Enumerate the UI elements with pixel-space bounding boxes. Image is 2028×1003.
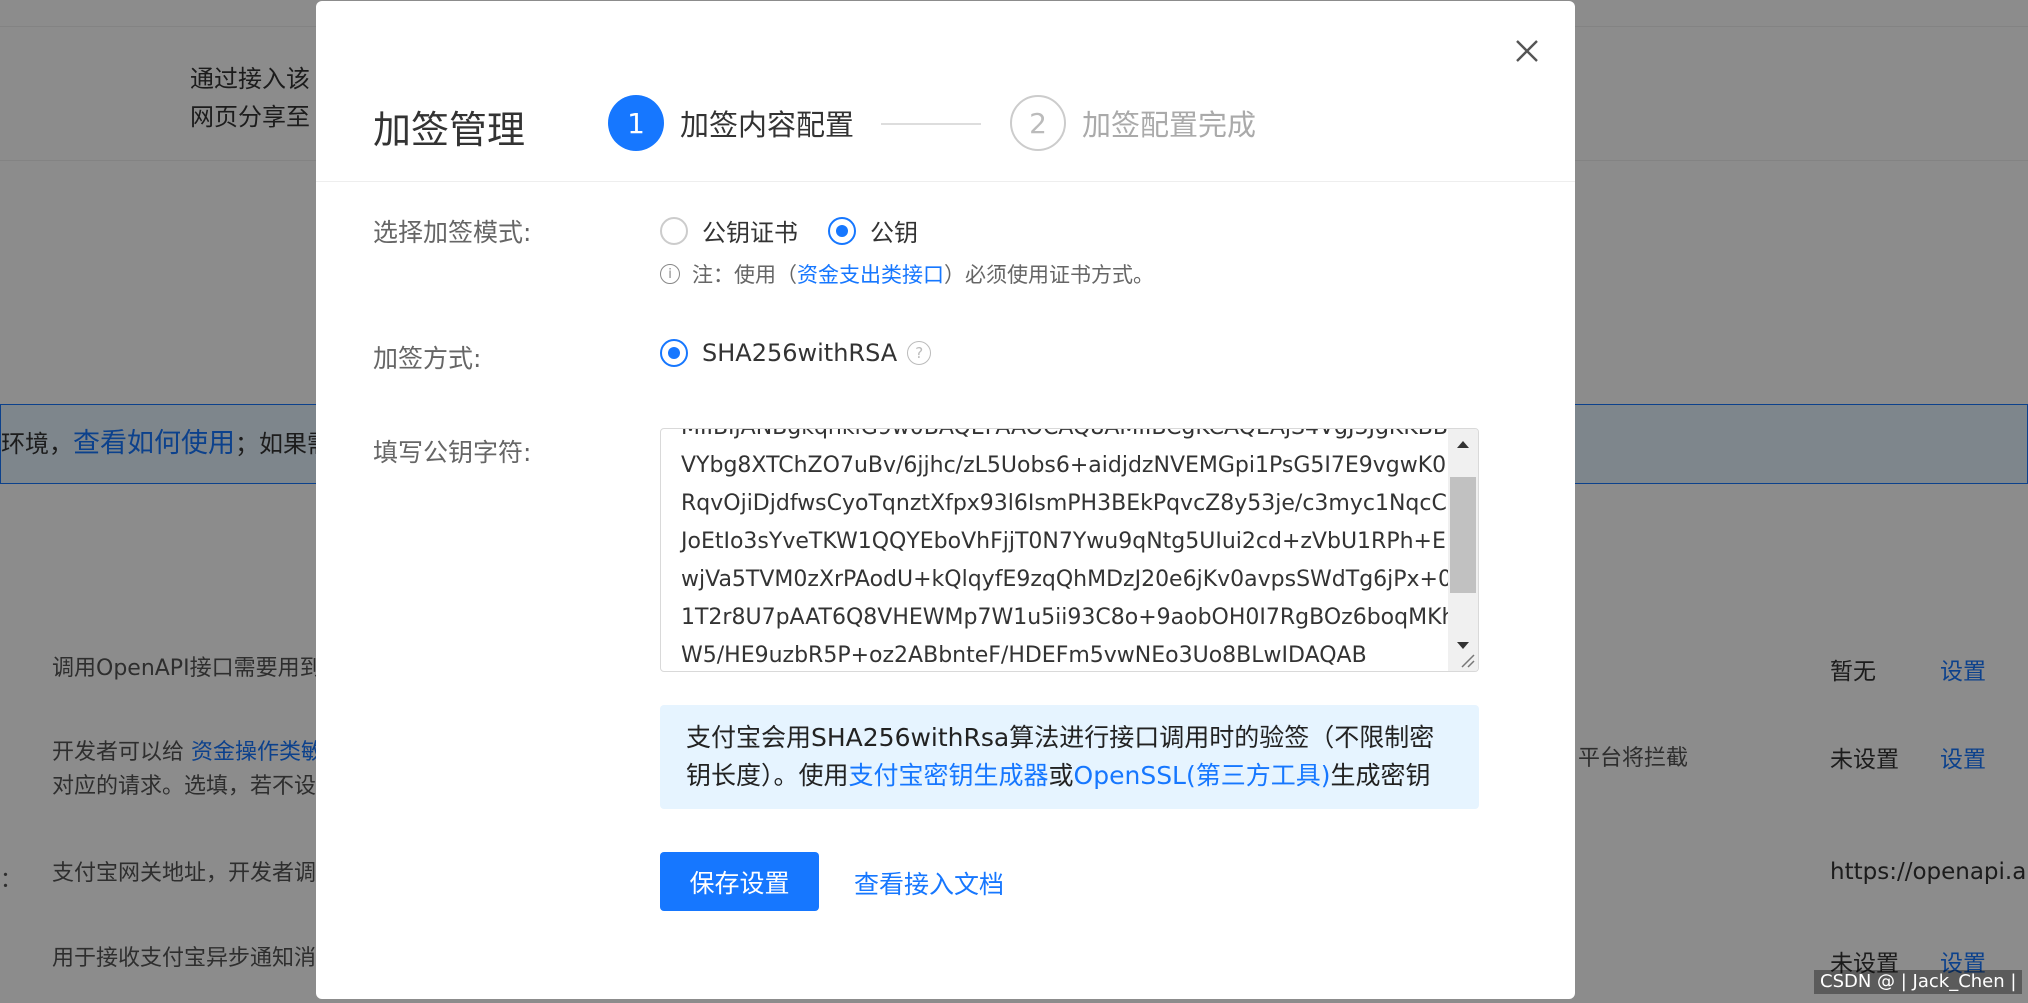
- note-text: ）必须使用证书方式。: [944, 263, 1154, 287]
- step-label: 加签配置完成: [1082, 108, 1257, 142]
- tip-text: 生成密钥: [1330, 761, 1431, 790]
- tip-text: 或: [1048, 761, 1074, 790]
- watermark: CSDN @ | Jack_Chen |: [1814, 970, 2023, 994]
- resize-handle-icon[interactable]: [1458, 651, 1476, 669]
- step-label: 加签内容配置: [680, 108, 855, 142]
- scroll-up-arrow-icon[interactable]: [1448, 429, 1478, 459]
- mode-note: i 注：使用（ 资金支出类接口 ）必须使用证书方式。: [660, 259, 1154, 289]
- step-number: 1: [608, 95, 664, 151]
- close-button[interactable]: [1507, 31, 1547, 71]
- radio-public-key-cert[interactable]: [660, 216, 688, 245]
- signing-management-dialog: 加签管理 1 加签内容配置 2 加签配置完成 选择加签模式: 公钥证书 公钥 i…: [316, 1, 1575, 999]
- dialog-header: 加签管理 1 加签内容配置 2 加签配置完成: [316, 1, 1575, 182]
- method-label: 加签方式:: [373, 344, 482, 373]
- radio-sha256withrsa[interactable]: [660, 339, 688, 367]
- question-circle-icon[interactable]: ?: [907, 341, 932, 365]
- info-icon: i: [660, 264, 680, 284]
- public-key-label: 填写公钥字符:: [373, 438, 532, 467]
- radio-label[interactable]: 公钥证书: [702, 213, 798, 248]
- key-generator-link[interactable]: 支付宝密钥生成器: [849, 761, 1049, 790]
- view-docs-link[interactable]: 查看接入文档: [854, 865, 1004, 901]
- radio-public-key[interactable]: [828, 216, 856, 245]
- mode-radio-group: 公钥证书 公钥: [660, 213, 948, 248]
- step-connector: [881, 123, 981, 125]
- public-key-value[interactable]: MIIBIjANBgkqhkiG9w0BAQEFAAOCAQ8AMIIBCgKC…: [681, 429, 1461, 671]
- textarea-scrollbar[interactable]: [1448, 429, 1478, 671]
- method-radio-group: SHA256withRSA ?: [660, 339, 932, 367]
- step-number: 2: [1010, 95, 1066, 151]
- public-key-textarea[interactable]: MIIBIjANBgkqhkiG9w0BAQEFAAOCAQ8AMIIBCgKC…: [660, 428, 1479, 672]
- note-text: 注：使用（: [692, 263, 797, 287]
- save-button[interactable]: 保存设置: [660, 852, 819, 911]
- fund-expense-api-link[interactable]: 资金支出类接口: [797, 259, 944, 289]
- step-1: 1 加签内容配置: [608, 95, 854, 151]
- radio-label[interactable]: SHA256withRSA: [702, 339, 897, 367]
- scrollbar-thumb[interactable]: [1450, 477, 1476, 593]
- openssl-link[interactable]: OpenSSL(第三方工具): [1074, 761, 1331, 790]
- step-2: 2 加签配置完成: [1010, 95, 1256, 151]
- radio-label[interactable]: 公钥: [870, 213, 918, 248]
- algorithm-tip: 支付宝会用SHA256withRsa算法进行接口调用时的验签（不限制密钥长度）。…: [660, 705, 1479, 809]
- mode-label: 选择加签模式:: [373, 218, 532, 247]
- dialog-title: 加签管理: [373, 108, 526, 152]
- close-icon: [1516, 40, 1538, 62]
